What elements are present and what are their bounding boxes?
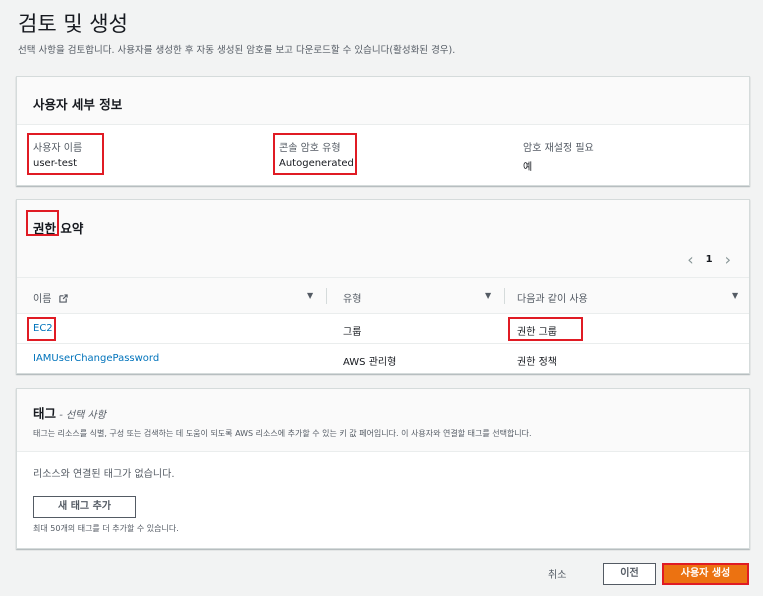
column-header-type[interactable]: 유형 [343, 290, 361, 305]
pagination-page[interactable]: 1 [706, 254, 713, 265]
column-name-label: 이름 [33, 294, 52, 305]
sort-down-icon[interactable]: ▼ [732, 291, 738, 300]
permissions-title: 권한 요약 [33, 218, 733, 237]
highlight-box [27, 133, 104, 175]
permission-used-as: 권한 정책 [517, 357, 557, 368]
permission-name-link[interactable]: IAMUserChangePassword [33, 353, 159, 364]
tags-header: 태그 - 선택 사항 태그는 리소스를 식별, 구성 또는 검색하는 데 도움이… [17, 389, 749, 452]
table-row: EC2 그룹 권한 그룹 [17, 314, 749, 344]
field-label: 암호 재설정 필요 [523, 143, 594, 154]
column-separator [504, 288, 505, 304]
add-tag-button[interactable]: 새 태그 추가 [33, 496, 136, 518]
sort-down-icon[interactable]: ▼ [485, 291, 491, 300]
pagination-next-icon[interactable]: › [725, 250, 731, 269]
column-separator [326, 288, 327, 304]
field-value: 예 [523, 162, 533, 173]
tags-description: 태그는 리소스를 식별, 구성 또는 검색하는 데 도움이 되도록 AWS 리소… [33, 429, 532, 438]
pagination: ‹ 1 › [687, 250, 731, 269]
highlight-box [26, 210, 59, 236]
cancel-button[interactable]: 취소 [548, 566, 566, 581]
highlight-box [508, 317, 583, 341]
highlight-box [273, 133, 357, 175]
permissions-title-part2: 요약 [56, 221, 84, 236]
previous-button[interactable]: 이전 [603, 563, 656, 585]
page-description: 선택 사항을 검토합니다. 사용자를 생성한 후 자동 생성된 암호를 보고 다… [18, 45, 456, 56]
user-details-panel: 사용자 세부 정보 사용자 이름 user-test 콘솔 암호 유형 Auto… [16, 76, 750, 186]
pagination-prev-icon[interactable]: ‹ [687, 250, 693, 269]
column-header-used-as[interactable]: 다음과 같이 사용 [517, 290, 588, 305]
create-user-button[interactable]: 사용자 생성 [662, 563, 749, 585]
permissions-summary-panel: 권한 요약 ‹ 1 › 이름 ▼ 유형 ▼ 다음과 같이 사용 ▼ EC2 그룹… [16, 199, 750, 374]
user-details-header: 사용자 세부 정보 [17, 77, 749, 125]
highlight-box [27, 317, 56, 341]
page-title: 검토 및 생성 [18, 12, 128, 36]
no-tags-message: 리소스와 연결된 태그가 없습니다. [33, 469, 175, 480]
external-link-icon [58, 294, 68, 303]
sort-down-icon[interactable]: ▼ [307, 291, 313, 300]
tags-title: 태그 - 선택 사항 [33, 403, 733, 422]
permissions-header: 권한 요약 [17, 200, 749, 278]
tags-panel: 태그 - 선택 사항 태그는 리소스를 식별, 구성 또는 검색하는 데 도움이… [16, 388, 750, 549]
table-row: IAMUserChangePassword AWS 관리형 권한 정책 [17, 344, 749, 374]
permission-type: AWS 관리형 [343, 357, 397, 368]
tags-limit-text: 최대 50개의 태그를 더 추가할 수 있습니다. [33, 524, 179, 533]
table-header: 이름 ▼ 유형 ▼ 다음과 같이 사용 ▼ [17, 278, 749, 314]
field-password-reset-required: 암호 재설정 필요 예 [523, 139, 594, 173]
user-details-title: 사용자 세부 정보 [33, 97, 123, 112]
tags-title-text: 태그 [33, 406, 57, 421]
column-header-name[interactable]: 이름 [33, 290, 68, 305]
permission-type: 그룹 [343, 327, 362, 338]
tags-subtitle: - 선택 사항 [56, 410, 106, 421]
